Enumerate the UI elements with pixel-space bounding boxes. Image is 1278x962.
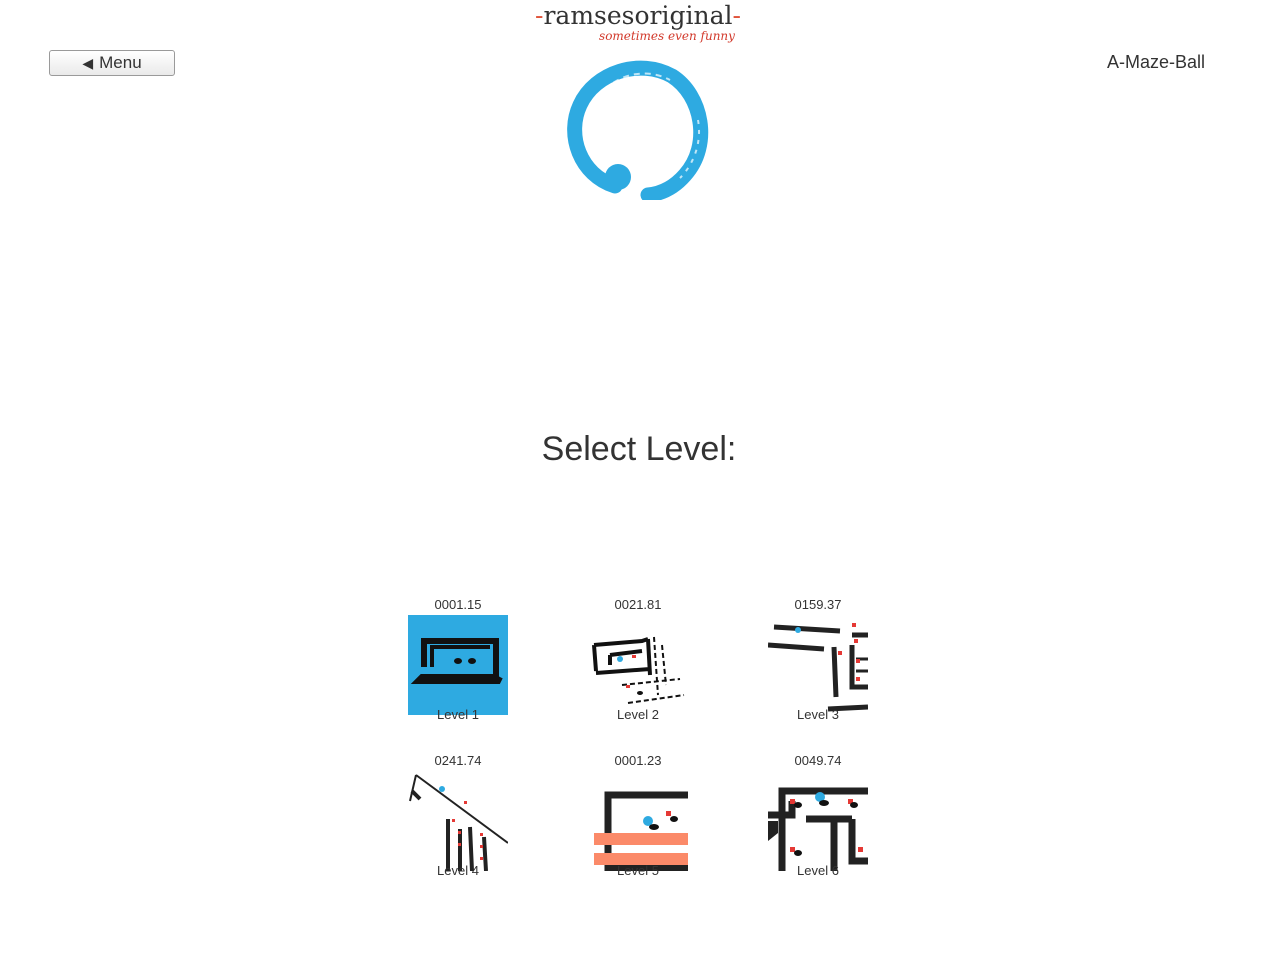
- page-title: Select Level:: [541, 430, 737, 468]
- level-1-thumbnail: [408, 615, 508, 715]
- level-best-time: 0049.74: [794, 753, 842, 768]
- level-name: Level 2: [617, 707, 659, 722]
- level-best-time: 0001.15: [434, 597, 482, 612]
- triangle-left-icon: ◀: [82, 55, 94, 71]
- level-best-time: 0241.74: [434, 753, 482, 768]
- level-name: Level 5: [617, 863, 659, 878]
- level-best-time: 0159.37: [794, 597, 842, 612]
- brand[interactable]: -ramsesoriginal- sometimes even funny: [480, 0, 796, 43]
- menu-button-label: Menu: [99, 53, 142, 72]
- level-tile-2[interactable]: 0021.81 Level 2: [578, 597, 698, 723]
- menu-button[interactable]: ◀ Menu: [49, 50, 175, 76]
- brand-tagline: sometimes even funny: [599, 29, 735, 43]
- level-tile-6[interactable]: 0049.74 Level 6: [758, 753, 878, 879]
- brand-name: ramsesoriginal: [543, 1, 733, 30]
- level-tile-5[interactable]: 0001.23 Level 5: [578, 753, 698, 879]
- level-4-thumbnail: [408, 771, 508, 871]
- level-2-thumbnail: [588, 615, 688, 715]
- brand-title: -ramsesoriginal-: [535, 1, 741, 30]
- level-name: Level 3: [797, 707, 839, 722]
- level-tile-4[interactable]: 0241.74 Level 4: [398, 753, 518, 879]
- level-tile-3[interactable]: 0159.37 Level 3: [758, 597, 878, 723]
- app-title: A-Maze-Ball: [1106, 52, 1205, 72]
- level-tile-1[interactable]: 0001.15 Level 1: [398, 597, 518, 723]
- level-name: Level 1: [437, 707, 479, 722]
- level-name: Level 6: [797, 863, 839, 878]
- level-6-thumbnail: [768, 771, 868, 871]
- level-5-thumbnail: [588, 771, 688, 871]
- enso-logo-icon: [567, 60, 709, 200]
- level-best-time: 0021.81: [614, 597, 662, 612]
- level-best-time: 0001.23: [614, 753, 662, 768]
- level-3-thumbnail: [768, 615, 868, 715]
- level-name: Level 4: [437, 863, 479, 878]
